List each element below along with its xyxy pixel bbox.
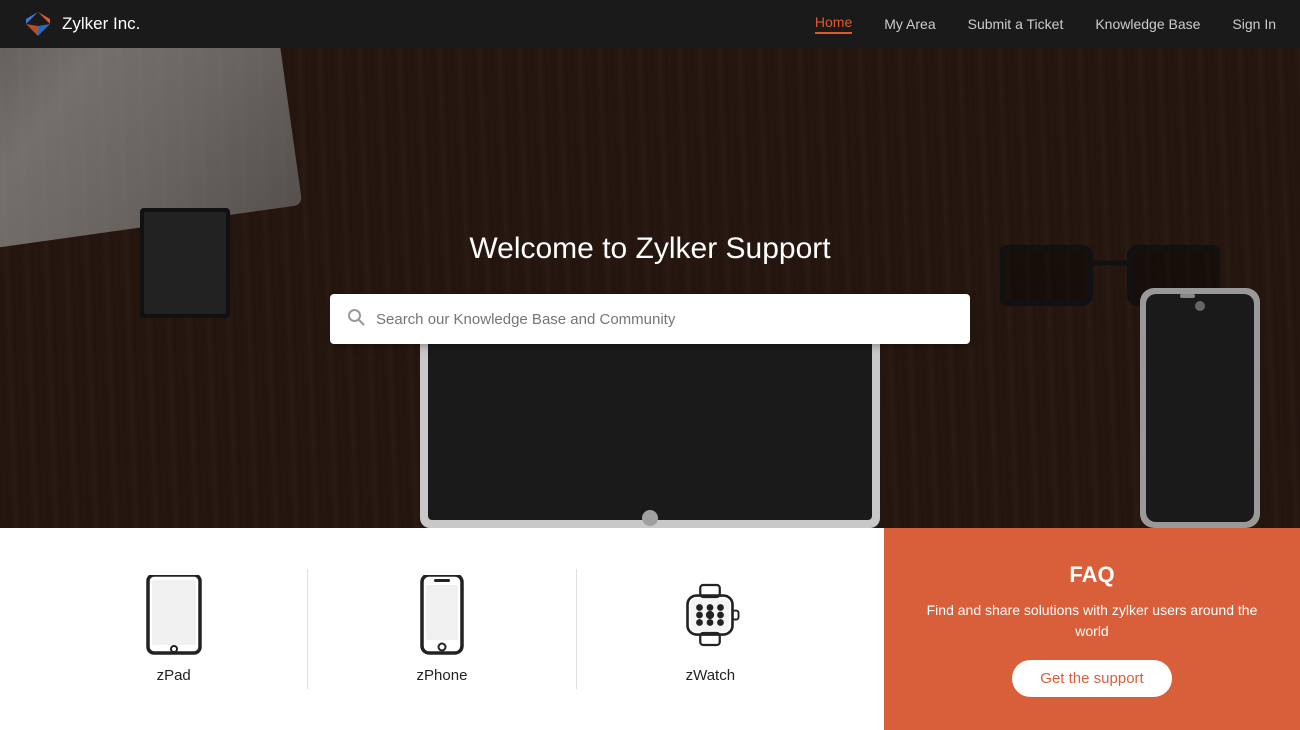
zpad-icon [144, 575, 204, 655]
products-section: zPad zPhone [0, 528, 884, 730]
search-bar[interactable] [330, 294, 970, 344]
search-input[interactable] [376, 311, 954, 328]
brand[interactable]: Zylker Inc. [24, 10, 140, 38]
brand-name: Zylker Inc. [62, 14, 140, 34]
zwatch-label: zWatch [686, 667, 735, 684]
hero-section: Welcome to Zylker Support [0, 48, 1300, 528]
nav-submit-ticket[interactable]: Submit a Ticket [968, 16, 1064, 32]
navbar: Zylker Inc. Home My Area Submit a Ticket… [0, 0, 1300, 48]
zphone-icon [412, 575, 472, 655]
book-decoration [140, 208, 230, 318]
faq-panel: FAQ Find and share solutions with zylker… [884, 528, 1300, 730]
phone-decoration [1140, 288, 1260, 528]
navbar-links: Home My Area Submit a Ticket Knowledge B… [815, 14, 1276, 34]
brand-logo-icon [24, 10, 52, 38]
product-zwatch[interactable]: zWatch [577, 575, 844, 684]
nav-knowledge-base[interactable]: Knowledge Base [1095, 16, 1200, 32]
nav-home[interactable]: Home [815, 14, 852, 34]
search-icon [346, 307, 366, 332]
hero-title: Welcome to Zylker Support [469, 232, 830, 266]
faq-description: Find and share solutions with zylker use… [924, 600, 1260, 642]
nav-my-area[interactable]: My Area [884, 16, 935, 32]
zphone-label: zPhone [417, 667, 468, 684]
get-support-button[interactable]: Get the support [1012, 660, 1171, 697]
zpad-label: zPad [157, 667, 191, 684]
product-zphone[interactable]: zPhone [308, 575, 575, 684]
faq-title: FAQ [1069, 562, 1114, 588]
nav-sign-in[interactable]: Sign In [1232, 16, 1276, 32]
bottom-section: zPad zPhone [0, 528, 1300, 730]
product-zpad[interactable]: zPad [40, 575, 307, 684]
zwatch-icon [680, 575, 740, 655]
